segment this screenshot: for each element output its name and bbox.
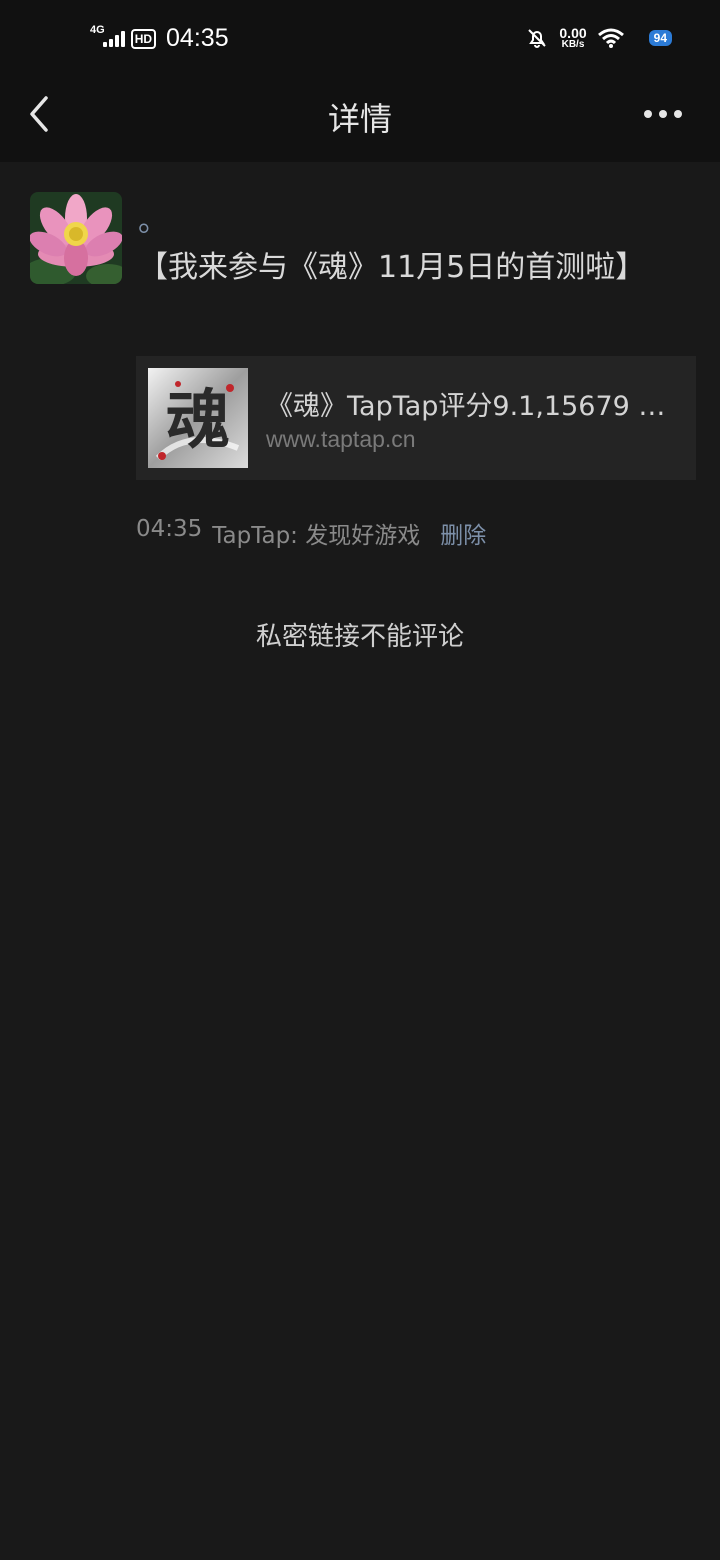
top-bar: 4G HD 04:35 0.00 KB/s 94 详情 (0, 0, 720, 162)
more-dot-icon (659, 110, 667, 118)
post-time: 04:35 (136, 516, 203, 542)
post-source[interactable]: TapTap: 发现好游戏 (212, 516, 420, 550)
more-dot-icon (644, 110, 652, 118)
link-title: 《魂》TapTap评分9.1,15679 人已预约 (266, 391, 674, 422)
link-thumbnail: 魂 (148, 368, 248, 468)
post-meta: 04:35 TapTap: 发现好游戏 删除 (136, 516, 486, 550)
post-text: 【我来参与《魂》11月5日的首测啦】 (138, 250, 646, 285)
game-cover-image: 魂 (148, 368, 248, 468)
link-url: www.taptap.cn (266, 426, 416, 452)
screen: 4G HD 04:35 0.00 KB/s 94 详情 。 【我来参与《魂》11… (0, 0, 720, 1560)
net-speed-value: 0.00 (559, 25, 587, 41)
link-card[interactable]: 魂 《魂》TapTap评分9.1,15679 人已预约 www.taptap.c… (136, 356, 696, 480)
mute-bell-icon (528, 29, 547, 48)
status-left: 4G HD 04:35 (90, 24, 229, 53)
avatar[interactable] (30, 192, 122, 284)
wifi-icon (597, 28, 624, 48)
net-speed-unit: KB/s (561, 39, 585, 50)
signal-icon (102, 30, 125, 47)
hd-icon: HD (130, 28, 157, 49)
status-bar: 4G HD 04:35 0.00 KB/s 94 (0, 20, 720, 60)
username[interactable]: 。 (138, 196, 168, 240)
comment-disabled-notice: 私密链接不能评论 (255, 622, 464, 652)
nav-bar: 详情 (0, 80, 720, 150)
net-speed: 0.00 KB/s (559, 26, 586, 50)
page-title: 详情 (327, 100, 392, 138)
status-time: 04:35 (166, 24, 229, 52)
lotus-flower-image (30, 192, 122, 284)
delete-button[interactable]: 删除 (440, 516, 486, 550)
battery-indicator: 94 (648, 30, 672, 46)
status-right: 0.00 KB/s 94 (525, 26, 672, 50)
more-dot-icon (674, 110, 682, 118)
more-button[interactable] (644, 104, 684, 124)
network-type: 4G (90, 23, 105, 36)
link-thumb-glyph: 魂 (166, 383, 230, 458)
